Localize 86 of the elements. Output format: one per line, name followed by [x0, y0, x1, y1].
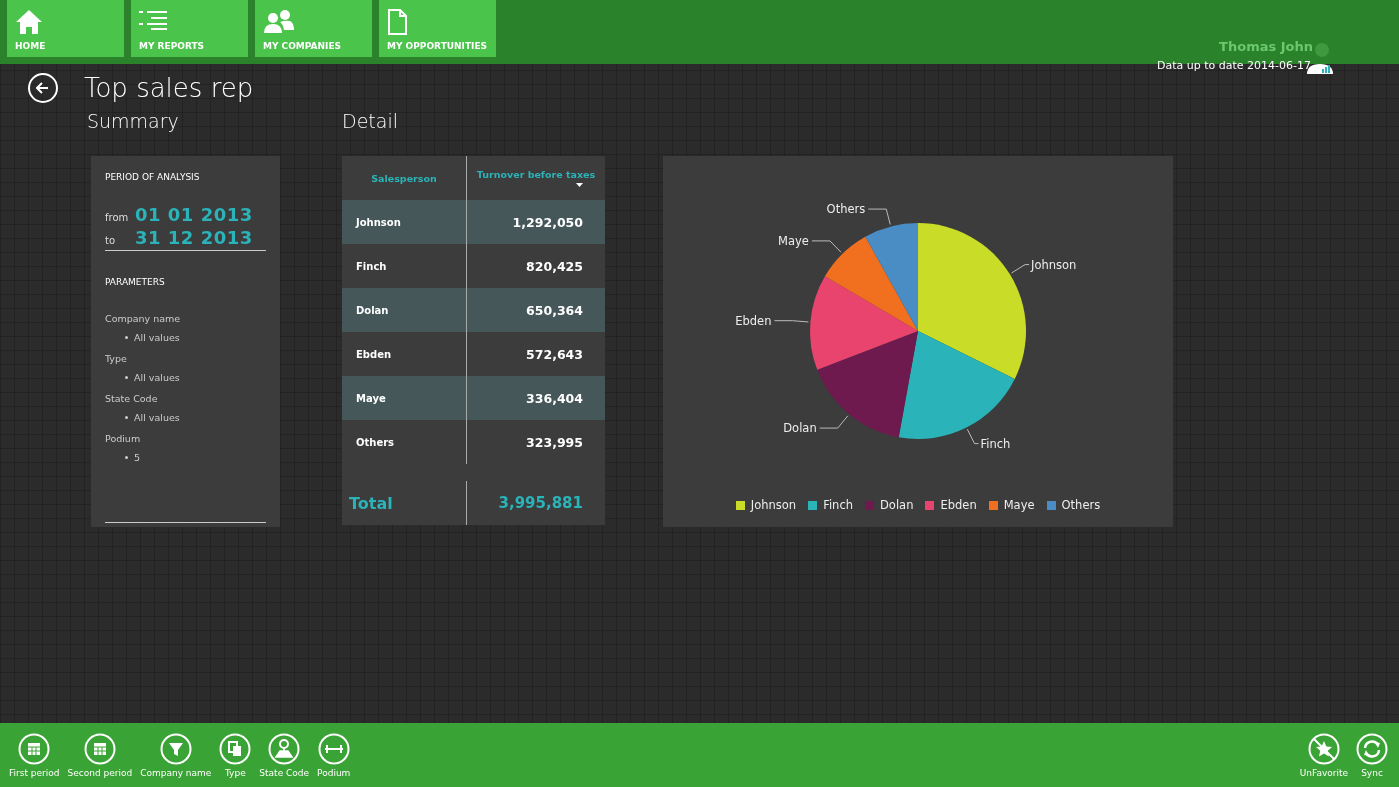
- table-row[interactable]: Dolan 650,364: [342, 288, 605, 332]
- parameter-name: State Code: [105, 393, 159, 404]
- slice-label: Others: [826, 202, 866, 217]
- turnover-cell: 1,292,050: [466, 200, 605, 244]
- ruler-icon: [317, 732, 350, 765]
- salesperson-cell-text: Maye: [355, 391, 387, 406]
- parameter-name: Type: [105, 353, 128, 364]
- user-name: Thomas John: [1219, 39, 1313, 54]
- salesperson-cell-text: Dolan: [355, 303, 390, 318]
- people-icon: [263, 9, 295, 33]
- slice-label: Dolan: [783, 421, 817, 436]
- app-bar-button[interactable]: Second period: [64, 732, 136, 778]
- slice-label: Maye: [778, 233, 809, 248]
- sort-caret-icon: [576, 183, 583, 187]
- app-bar-button[interactable]: Podium: [314, 732, 354, 778]
- filter-icon: [159, 732, 192, 765]
- from-date: 01 01 2013: [135, 204, 253, 225]
- salesperson-cell-text: Ebden: [355, 347, 393, 362]
- home-icon: [15, 9, 43, 35]
- nav-tile[interactable]: MY OPPORTUNITIES: [379, 0, 496, 57]
- legend-label: Maye: [1003, 498, 1035, 512]
- total-label: Total: [348, 492, 394, 515]
- parameter-name: Podium: [105, 433, 142, 444]
- legend-label: Others: [1061, 498, 1101, 512]
- column-header[interactable]: Turnover before taxes: [476, 169, 596, 180]
- leader-line: [811, 240, 842, 253]
- back-arrow-icon: [36, 81, 50, 95]
- turnover-cell: 650,364: [466, 288, 605, 332]
- pin-icon: [268, 732, 301, 765]
- slice-label: Finch: [980, 436, 1011, 451]
- app-bar-button[interactable]: First period: [6, 732, 63, 778]
- column-header[interactable]: Salesperson: [342, 156, 466, 200]
- app-bar-button[interactable]: UnFavorite: [1296, 732, 1351, 778]
- leader-line: [1011, 264, 1030, 274]
- app-bar-button[interactable]: Sync: [1353, 732, 1391, 778]
- leader-line: [966, 428, 980, 445]
- nav-tile[interactable]: HOME: [7, 0, 124, 57]
- unfavorite-icon: [1307, 732, 1340, 765]
- page-title: Top sales rep: [84, 73, 254, 103]
- bullet-dot: [125, 416, 128, 419]
- legend-label: Johnson: [750, 498, 797, 512]
- parameter-name: Company name: [105, 313, 182, 324]
- app-bar-button[interactable]: Company name: [137, 732, 215, 778]
- turnover-cell: 323,995: [466, 420, 605, 464]
- salesperson-cell-text: Johnson: [354, 215, 402, 230]
- parameter-value: All values: [134, 372, 180, 383]
- app-bar-button[interactable]: State Code: [256, 732, 313, 778]
- period-heading: PERIOD OF ANALYSIS: [105, 172, 201, 182]
- nav-tile[interactable]: MY COMPANIES: [255, 0, 372, 57]
- table-row[interactable]: Maye 336,404: [342, 376, 605, 420]
- bullet-dot: [125, 376, 128, 379]
- nav-tile[interactable]: MY REPORTS: [131, 0, 248, 57]
- app-bar-button[interactable]: Type: [216, 732, 255, 778]
- to-date: 31 12 2013: [135, 227, 253, 248]
- legend-label: Ebden: [940, 498, 977, 512]
- leader-line: [773, 320, 809, 323]
- bullet-dot: [125, 336, 128, 339]
- section-heading: Detail: [342, 110, 399, 134]
- table-row[interactable]: Johnson 1,292,050: [342, 200, 605, 244]
- legend-label: Finch: [823, 498, 853, 512]
- turnover-cell: 336,404: [466, 376, 605, 420]
- parameter-value: All values: [134, 412, 180, 423]
- salesperson-cell-text: Others: [355, 435, 396, 450]
- from-label: from: [105, 212, 127, 223]
- list-icon: [139, 9, 167, 31]
- parameter-value: 5: [134, 452, 141, 463]
- total-value: 3,995,881: [466, 481, 605, 525]
- calendar-icon: [18, 732, 51, 765]
- table-row[interactable]: Others 323,995: [342, 420, 605, 464]
- parameter-value: All values: [134, 332, 180, 343]
- slice-label: Ebden: [735, 313, 772, 328]
- to-label: to: [105, 235, 117, 246]
- bullet-dot: [125, 456, 128, 459]
- calendar-icon: [83, 732, 116, 765]
- leader-line: [819, 415, 849, 429]
- back-button[interactable]: [28, 73, 58, 103]
- leader-line: [867, 208, 891, 226]
- slice-label: Johnson: [1031, 257, 1077, 272]
- salesperson-cell-text: Finch: [355, 259, 388, 274]
- section-heading: Summary: [87, 110, 180, 134]
- copy-icon: [219, 732, 252, 765]
- document-icon: [387, 9, 407, 35]
- sync-status: Data up to date 2014-06-17: [1157, 59, 1311, 72]
- parameters-heading: PARAMETERS: [105, 277, 166, 287]
- legend-label: Dolan: [880, 498, 914, 512]
- sync-icon: [1356, 732, 1388, 765]
